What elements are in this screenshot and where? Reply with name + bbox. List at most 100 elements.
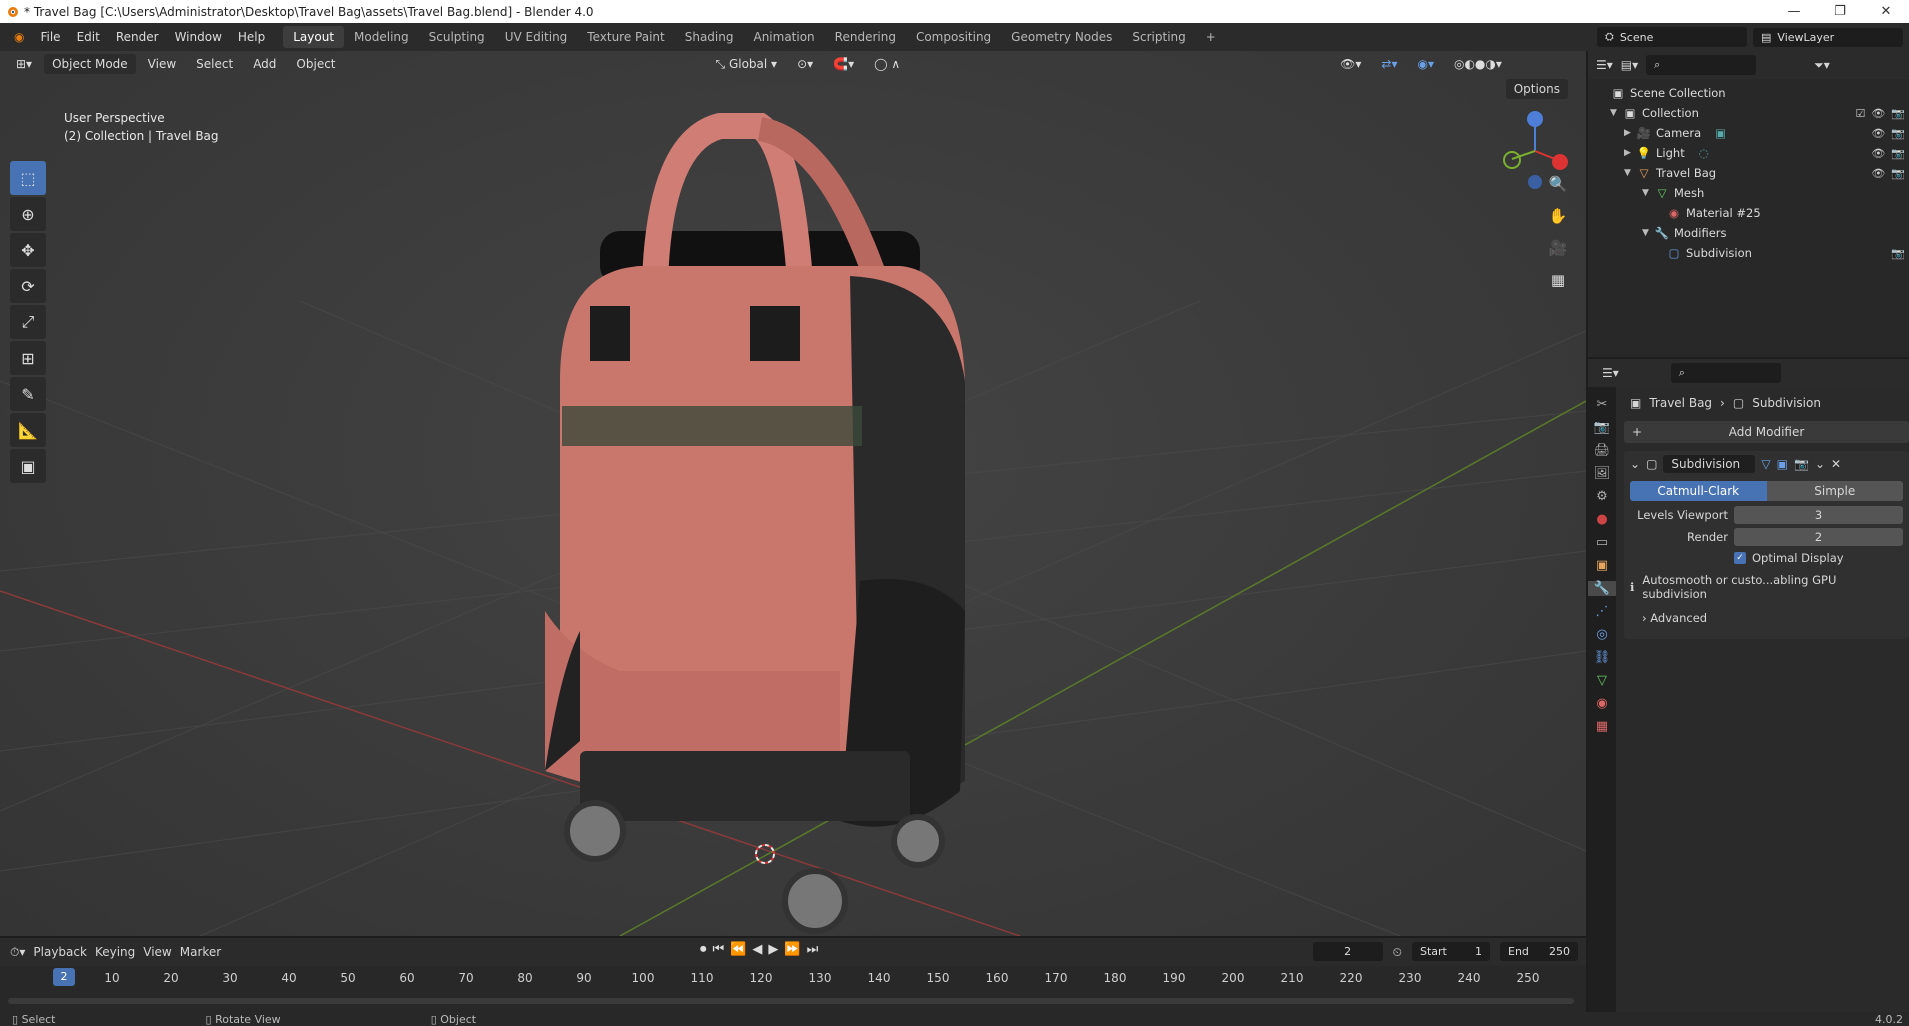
tab-uv-editing[interactable]: UV Editing	[495, 26, 578, 48]
timeline-view-menu[interactable]: View	[143, 945, 171, 959]
tool-tab-icon[interactable]: ✂	[1597, 397, 1608, 412]
zoom-icon[interactable]: 🔍	[1544, 171, 1572, 197]
tab-shading[interactable]: Shading	[675, 26, 744, 48]
filter-icon[interactable]: ⏷▾	[1814, 58, 1830, 73]
camera-render-icon[interactable]: 📷	[1891, 147, 1905, 160]
outliner-item-light[interactable]: ▶ 💡 Light ◌ 👁 📷	[1588, 143, 1909, 163]
record-icon[interactable]: ⏺	[700, 942, 707, 957]
camera-render-icon[interactable]: 📷	[1891, 167, 1905, 180]
proportional-edit-icon[interactable]: ◯ ∧	[866, 54, 908, 74]
outliner-item-material[interactable]: ◉ Material #25	[1588, 203, 1909, 223]
outliner-item-modifiers[interactable]: ▼ 🔧 Modifiers	[1588, 223, 1909, 243]
collection-tab-icon[interactable]: ▭	[1596, 535, 1608, 550]
modifier-tab-icon[interactable]: 🔧	[1588, 581, 1616, 596]
frame-ruler[interactable]: 10 20 30 40 50 60 70 80 90 100 110 120 130 140 150 160 1…	[0, 968, 1586, 990]
viewport-toggle-icon[interactable]: ▣	[1777, 457, 1788, 471]
particles-tab-icon[interactable]: ⋰	[1596, 604, 1609, 619]
jump-end-icon[interactable]: ⏭	[807, 942, 819, 957]
scene-selector[interactable]: ⛭ Scene	[1597, 27, 1747, 47]
display-mode-icon[interactable]: ▤▾	[1621, 58, 1638, 72]
outliner-item-subdivision[interactable]: ▢ Subdivision 📷	[1588, 243, 1909, 263]
pan-hand-icon[interactable]: ✋	[1544, 203, 1572, 229]
prev-keyframe-icon[interactable]: ⏪	[730, 942, 746, 957]
gizmo-toggle-icon[interactable]: ⇄▾	[1373, 54, 1405, 74]
tab-texture-paint[interactable]: Texture Paint	[577, 26, 674, 48]
expand-arrow-icon[interactable]: ▼	[1624, 168, 1636, 178]
data-tab-icon[interactable]: ▽	[1597, 673, 1607, 688]
measure-tool-icon[interactable]: 📐	[10, 413, 46, 447]
add-cube-tool-icon[interactable]: ▣	[10, 449, 46, 483]
eye-icon[interactable]: 👁	[1871, 147, 1885, 160]
mode-selector[interactable]: Object Mode	[44, 54, 136, 74]
output-tab-icon[interactable]: 🖨	[1594, 443, 1611, 458]
expand-arrow-icon[interactable]: ▼	[1642, 228, 1654, 238]
menu-add[interactable]: Add	[245, 54, 284, 74]
menu-render[interactable]: Render	[108, 27, 167, 47]
outliner-item-camera[interactable]: ▶ 🎥 Camera ▣ 👁 📷	[1588, 123, 1909, 143]
add-workspace-icon[interactable]: +	[1196, 26, 1226, 48]
start-frame-field[interactable]: Start 1	[1412, 942, 1490, 961]
world-tab-icon[interactable]: ●	[1596, 512, 1607, 527]
camera-render-icon[interactable]: 📷	[1891, 127, 1905, 140]
close-window-button[interactable]: ✕	[1863, 4, 1909, 19]
properties-search-input[interactable]: ⌕	[1670, 363, 1781, 383]
simple-button[interactable]: Simple	[1766, 481, 1903, 501]
keying-menu[interactable]: Keying	[95, 945, 135, 959]
catmull-clark-button[interactable]: Catmull-Clark	[1630, 481, 1767, 501]
object-tab-icon[interactable]: ▣	[1596, 558, 1608, 573]
material-tab-icon[interactable]: ◉	[1596, 696, 1607, 711]
current-frame-field[interactable]: 2	[1312, 942, 1383, 961]
tab-compositing[interactable]: Compositing	[906, 26, 1001, 48]
eye-icon[interactable]: 👁	[1871, 107, 1885, 120]
expand-arrow-icon[interactable]: ▶	[1624, 148, 1636, 158]
menu-help[interactable]: Help	[230, 27, 273, 47]
rotate-tool-icon[interactable]: ⟳	[10, 269, 46, 303]
menu-file[interactable]: File	[32, 27, 68, 47]
delete-modifier-icon[interactable]: ✕	[1831, 457, 1841, 471]
visibility-icon[interactable]: 👁▾	[1332, 54, 1369, 74]
menu-edit[interactable]: Edit	[69, 27, 108, 47]
tab-animation[interactable]: Animation	[743, 26, 824, 48]
snap-icon[interactable]: 🧲▾	[825, 54, 862, 74]
tab-sculpting[interactable]: Sculpting	[419, 26, 495, 48]
outliner-search-input[interactable]: ⌕	[1646, 55, 1757, 75]
timeline-editor-icon[interactable]: ⏱▾	[10, 945, 25, 960]
properties-editor-icon[interactable]: ☰▾	[1602, 366, 1619, 380]
modifier-menu-icon[interactable]: ⌄	[1815, 457, 1825, 471]
timeline-scrollbar[interactable]	[8, 998, 1574, 1004]
options-dropdown[interactable]: Options	[1505, 79, 1568, 99]
view-layer-selector[interactable]: ▤ ViewLayer	[1753, 27, 1903, 47]
scale-tool-icon[interactable]: ⤢	[10, 305, 46, 339]
jump-start-icon[interactable]: ⏮	[713, 942, 725, 957]
editor-type-icon[interactable]: ⊞▾	[8, 54, 40, 74]
tab-rendering[interactable]: Rendering	[825, 26, 906, 48]
play-reverse-icon[interactable]: ◀	[752, 942, 762, 957]
tab-layout[interactable]: Layout	[283, 26, 345, 48]
end-frame-field[interactable]: End 250	[1500, 942, 1578, 961]
eye-icon[interactable]: 👁	[1871, 167, 1885, 180]
annotate-tool-icon[interactable]: ✎	[10, 377, 46, 411]
marker-menu[interactable]: Marker	[180, 945, 221, 959]
pivot-icon[interactable]: ⊙▾	[789, 54, 821, 74]
cursor-tool-icon[interactable]: ⊕	[10, 197, 46, 231]
render-toggle-icon[interactable]: 📷	[1794, 457, 1809, 471]
menu-object[interactable]: Object	[288, 54, 343, 74]
edit-mode-toggle-icon[interactable]: ▽	[1761, 457, 1770, 471]
orientation-selector[interactable]: ⤡ Global ▾	[708, 54, 786, 75]
collapse-arrow-icon[interactable]: ⌄	[1630, 457, 1640, 471]
shading-modes-icon[interactable]: ◎◐●◑▾	[1446, 54, 1510, 74]
texture-tab-icon[interactable]: ▦	[1596, 719, 1608, 734]
eye-icon[interactable]: 👁	[1871, 127, 1885, 140]
scene-tab-icon[interactable]: ⚙	[1596, 489, 1608, 504]
modifier-name-field[interactable]: Subdivision	[1663, 455, 1756, 473]
expand-arrow-icon[interactable]: ▼	[1642, 188, 1654, 198]
playback-menu[interactable]: Playback	[33, 945, 87, 959]
tab-modeling[interactable]: Modeling	[344, 26, 419, 48]
3d-viewport[interactable]: ⊞▾ Object Mode View Select Add Object ⤡ …	[0, 51, 1586, 936]
maximize-button[interactable]: ❐	[1817, 4, 1863, 19]
expand-arrow-icon[interactable]: ▼	[1610, 108, 1622, 118]
outliner-item-collection[interactable]: ▼ ▣ Collection ☑ 👁 📷	[1588, 103, 1909, 123]
menu-window[interactable]: Window	[167, 27, 230, 47]
advanced-section[interactable]: › Advanced	[1624, 605, 1909, 631]
minimize-button[interactable]: —	[1771, 4, 1817, 19]
